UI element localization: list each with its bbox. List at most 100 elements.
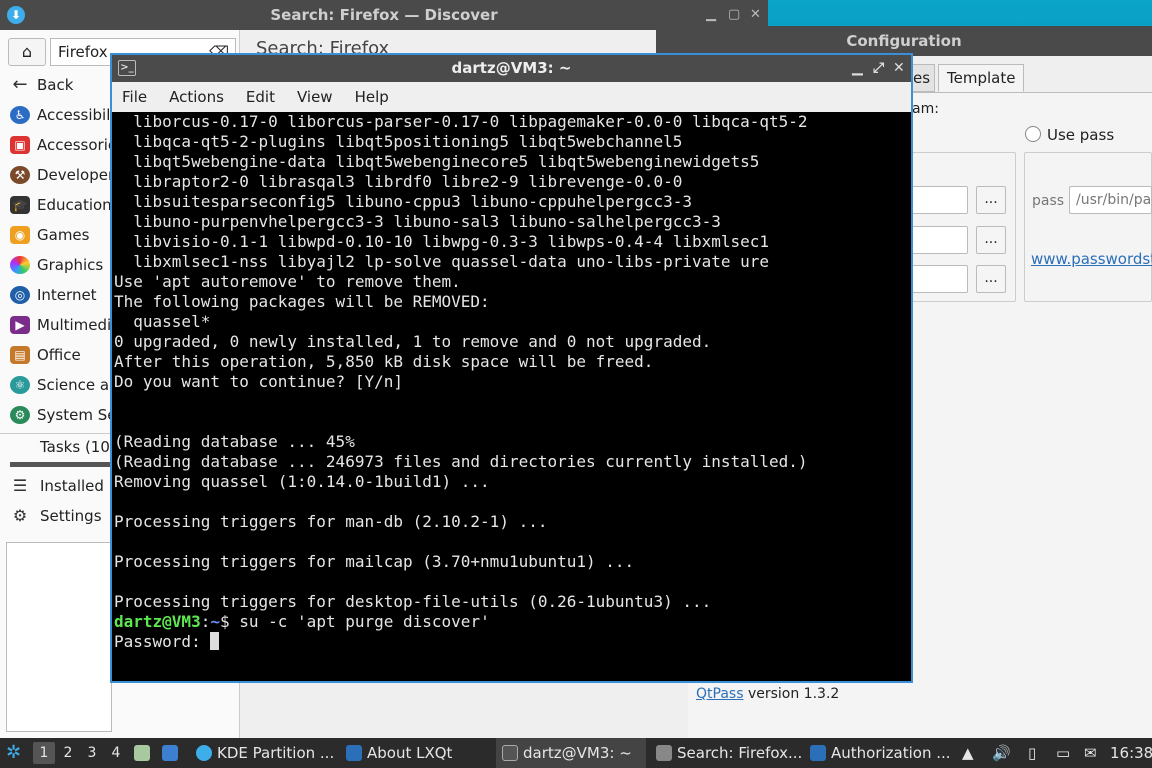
clipboard-icon[interactable]: ▯ — [1028, 738, 1036, 768]
terminal-line: Processing triggers for mailcap (3.70+nm… — [114, 552, 635, 571]
workspace-2[interactable]: 2 — [57, 742, 79, 764]
prompt-user: dartz@VM3 — [114, 612, 201, 631]
home-icon: ⌂ — [21, 42, 33, 61]
terminal-line: quassel* — [114, 312, 211, 331]
password-line[interactable]: Password: — [112, 632, 911, 652]
terminal-prompt-line[interactable]: dartz@VM3:~$ su -c 'apt purge discover' — [112, 612, 911, 632]
close-icon[interactable]: ✕ — [893, 55, 905, 82]
executable-field-3[interactable] — [912, 265, 968, 293]
passwordstore-link[interactable]: www.passwordsto — [1031, 250, 1152, 268]
notifications-icon[interactable]: ✉ — [1084, 738, 1097, 768]
program-label: am: — [912, 101, 939, 117]
atom-icon: ⚛ — [10, 376, 30, 394]
executable-field-2[interactable] — [912, 226, 968, 254]
terminal-icon — [502, 745, 518, 761]
gear-icon: ⚙ — [12, 506, 28, 525]
network-icon[interactable]: ▭ — [1056, 738, 1070, 768]
use-pass-radio[interactable] — [1025, 126, 1041, 142]
password-label: Password: — [114, 632, 211, 651]
terminal-window: >_ dartz@VM3: ~ ▁ ⤢ ✕ File Actions Edit Vie… — [110, 53, 913, 683]
version-info: QtPass version 1.3.2 — [696, 686, 840, 702]
tab-template[interactable]: Template — [938, 64, 1025, 92]
terminal-output[interactable]: liborcus-0.17-0 liborcus-parser-0.17-0 l… — [112, 112, 911, 612]
task-about-lxqt[interactable]: About LXQt — [346, 738, 486, 768]
terminal-line: Processing triggers for desktop-file-uti… — [114, 592, 712, 611]
terminal-line: After this operation, 5,850 kB disk spac… — [114, 352, 654, 371]
browse-button-1[interactable]: ... — [976, 186, 1006, 214]
start-menu-icon[interactable]: ✲ — [6, 738, 21, 768]
browse-button-3[interactable]: ... — [976, 265, 1006, 293]
hammer-icon: ⚒ — [10, 166, 30, 184]
pass-path-input[interactable]: /usr/bin/pa — [1069, 186, 1152, 214]
terminal-menubar: File Actions Edit View Help — [112, 82, 911, 112]
briefcase-icon: ▤ — [10, 346, 30, 364]
task-discover[interactable]: Search: Firefox... — [656, 738, 801, 768]
use-pass-label: Use pass — [1047, 126, 1115, 144]
workspace-1[interactable]: 1 — [33, 742, 55, 764]
prompt-path: ~ — [210, 612, 220, 631]
terminal-line: libuno-purpenvhelpergcc3-3 libuno-sal3 l… — [114, 212, 721, 231]
qtpass-link[interactable]: QtPass — [696, 686, 744, 702]
terminal-line: libqt5webengine-data libqt5webenginecore… — [114, 152, 760, 171]
terminal-line: libxmlsec1-nss libyajl2 lp-solve quassel… — [114, 252, 770, 271]
terminal-line: libqca-qt5-2-plugins libqt5positioning5 … — [114, 132, 683, 151]
terminal-line: The following packages will be REMOVED: — [114, 292, 490, 311]
partition-manager-icon — [196, 745, 212, 761]
terminal-title: dartz@VM3: ~ — [451, 59, 572, 77]
accessories-icon: ▣ — [10, 136, 30, 154]
terminal-line: Removing quassel (1:0.14.0-1build1) ... — [114, 472, 490, 491]
discover-bottom-panel — [6, 542, 112, 732]
menu-actions[interactable]: Actions — [159, 88, 236, 106]
multimedia-icon: ▶ — [10, 316, 30, 334]
terminal-line: Do you want to continue? [Y/n] — [114, 372, 403, 391]
pass-group — [1024, 152, 1152, 302]
text-cursor — [210, 632, 220, 650]
menu-view[interactable]: View — [287, 88, 345, 106]
list-icon: ☰ — [12, 476, 28, 495]
prompt-command: $ su -c 'apt purge discover' — [219, 612, 490, 631]
menu-file[interactable]: File — [112, 88, 159, 106]
workspace-4[interactable]: 4 — [105, 742, 127, 764]
workspace-3[interactable]: 3 — [81, 742, 103, 764]
terminal-line: libvisio-0.1-1 libwpd-0.10-10 libwpg-0.3… — [114, 232, 770, 251]
home-button[interactable]: ⌂ — [8, 38, 46, 66]
executable-field-1[interactable] — [912, 186, 968, 214]
task-authorization[interactable]: Authorization ... — [810, 738, 950, 768]
taskbar: ✲ 1 2 3 4 KDE Partition ... About LXQt d… — [0, 738, 1152, 768]
graphics-icon — [10, 256, 30, 274]
terminal-line: liborcus-0.17-0 liborcus-parser-0.17-0 l… — [114, 112, 808, 131]
prompt-sep: : — [200, 612, 211, 631]
file-manager-icon[interactable] — [134, 738, 155, 768]
menu-edit[interactable]: Edit — [236, 88, 287, 106]
accessibility-icon: ♿ — [10, 106, 30, 124]
globe-icon: ◎ — [10, 286, 30, 304]
discover-app-icon: ⬇ — [7, 6, 25, 24]
terminal-titlebar[interactable]: >_ dartz@VM3: ~ ▁ ⤢ ✕ — [112, 55, 911, 82]
show-desktop-icon[interactable] — [162, 738, 183, 768]
discover-titlebar[interactable]: ⬇ Search: Firefox — Discover ▁ ▢ ✕ — [0, 0, 768, 30]
terminal-line: (Reading database ... 246973 files and d… — [114, 452, 808, 471]
task-terminal[interactable]: dartz@VM3: ~ — [496, 738, 646, 768]
task-kde-partition[interactable]: KDE Partition ... — [196, 738, 336, 768]
browse-button-2[interactable]: ... — [976, 226, 1006, 254]
clock[interactable]: 16:38 — [1110, 738, 1152, 768]
discover-icon — [656, 745, 672, 761]
terminal-line: libraptor2-0 librasqal3 librdf0 libre2-9… — [114, 172, 683, 191]
terminal-line: libsuitesparseconfig5 libuno-cppu3 libun… — [114, 192, 692, 211]
configuration-titlebar[interactable]: Configuration — [656, 26, 1152, 56]
terminal-line: (Reading database ... 45% — [114, 432, 355, 451]
discover-title: Search: Firefox — Discover — [270, 6, 498, 24]
authorization-icon — [810, 745, 826, 761]
volume-icon[interactable]: 🔊 — [992, 738, 1011, 768]
tray-updates-icon[interactable]: ▲ — [962, 738, 974, 768]
maximize-icon[interactable]: ⤢ — [873, 55, 884, 82]
terminal-line: Processing triggers for man-db (2.10.2-1… — [114, 512, 548, 531]
menu-help[interactable]: Help — [345, 88, 401, 106]
minimize-icon[interactable]: ▁ — [852, 55, 863, 82]
gamepad-icon: ◉ — [10, 226, 30, 244]
